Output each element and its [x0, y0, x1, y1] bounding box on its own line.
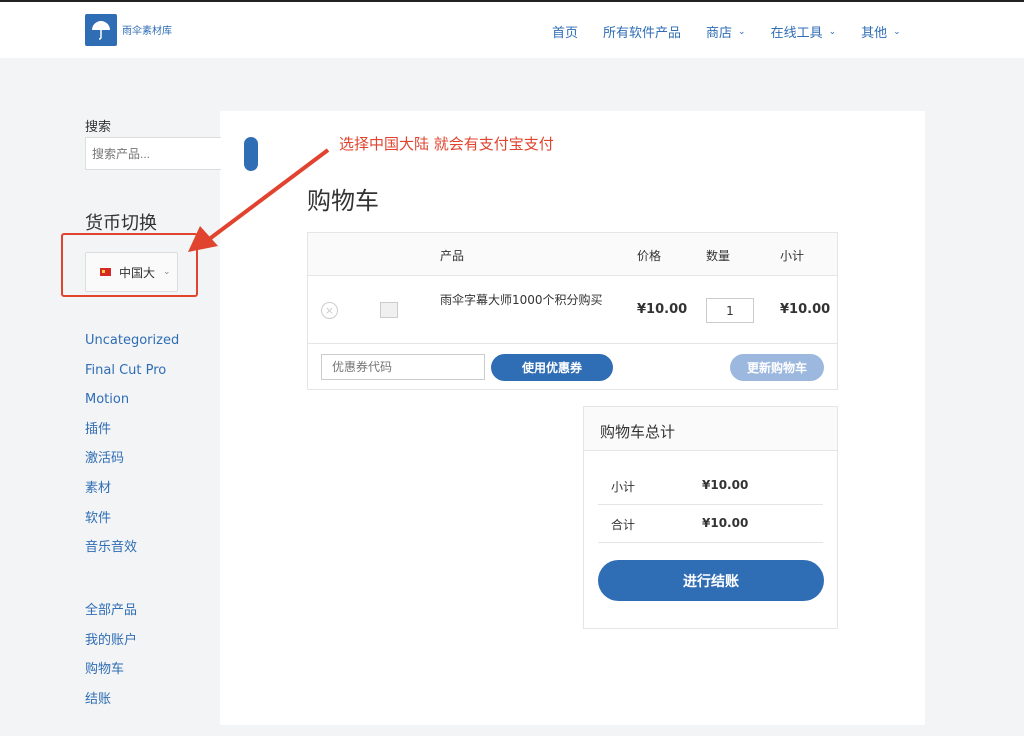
search-label: 搜索 — [85, 120, 112, 135]
cart-totals-title: 购物车总计 — [584, 407, 837, 451]
totals-subtotal-label: 小计 — [611, 480, 636, 494]
cart-table: 产品 价格 数量 小计 × 雨伞字幕大师1000个积分购买 ¥10.00 1 ¥… — [307, 232, 838, 390]
totals-total-label: 合计 — [611, 518, 636, 532]
nav-all-products[interactable]: 所有软件产品 — [603, 22, 681, 41]
category-link[interactable]: Uncategorized — [85, 331, 179, 361]
category-link[interactable]: 激活码 — [85, 449, 179, 479]
category-link[interactable]: 软件 — [85, 509, 179, 539]
nav-home[interactable]: 首页 — [552, 22, 578, 41]
nav-all-products-label: 所有软件产品 — [603, 26, 682, 41]
coupon-code-input[interactable] — [321, 354, 485, 380]
category-link[interactable]: 素材 — [85, 479, 179, 509]
nav-home-label: 首页 — [552, 26, 579, 41]
annotation-text: 选择中国大陆 就会有支付宝支付 — [339, 135, 554, 153]
search-button[interactable] — [244, 137, 258, 171]
apply-coupon-button[interactable]: 使用优惠券 — [491, 354, 613, 381]
page-title: 购物车 — [307, 187, 379, 215]
site-name[interactable]: 雨伞素材库 — [122, 22, 172, 37]
cart-totals: 购物车总计 小计 ¥10.00 合计 ¥10.00 进行结账 — [583, 406, 838, 629]
cart-table-header: 产品 价格 数量 小计 — [308, 233, 837, 276]
account-link[interactable]: 结账 — [85, 690, 137, 720]
product-thumbnail-placeholder-icon[interactable] — [380, 302, 398, 318]
account-links: 全部产品 我的账户 购物车 结账 — [85, 601, 137, 719]
site-header: 雨伞素材库 首页 所有软件产品 商店 ⌄ 在线工具 ⌄ 其他 ⌄ — [0, 2, 1024, 58]
nav-online-tools-label: 在线工具 — [770, 26, 823, 41]
totals-subtotal-row: 小计 ¥10.00 — [598, 467, 823, 505]
account-link[interactable]: 我的账户 — [85, 631, 137, 661]
category-link[interactable]: Motion — [85, 390, 179, 420]
header-product: 产品 — [440, 249, 465, 263]
search-input[interactable] — [85, 137, 221, 170]
header-price: 价格 — [637, 249, 662, 263]
main-nav: 首页 所有软件产品 商店 ⌄ 在线工具 ⌄ 其他 ⌄ — [552, 22, 926, 41]
header-quantity: 数量 — [706, 249, 731, 263]
chevron-down-icon: ⌄ — [893, 26, 901, 37]
update-cart-button[interactable]: 更新购物车 — [730, 354, 824, 381]
category-link[interactable]: Final Cut Pro — [85, 361, 179, 391]
china-flag-icon — [100, 268, 111, 276]
nav-other-label: 其他 — [861, 26, 888, 41]
category-link[interactable]: 音乐音效 — [85, 538, 179, 568]
nav-shop[interactable]: 商店 ⌄ — [706, 22, 746, 41]
currency-selected-value: 中国大 — [119, 265, 156, 280]
umbrella-logo-icon[interactable] — [85, 14, 117, 46]
currency-select[interactable]: 中国大 ⌄ — [85, 252, 178, 292]
checkout-button[interactable]: 进行结账 — [598, 560, 824, 601]
remove-item-icon[interactable]: × — [321, 302, 338, 319]
category-link[interactable]: 插件 — [85, 420, 179, 450]
totals-subtotal-value: ¥10.00 — [702, 478, 749, 492]
account-link[interactable]: 购物车 — [85, 660, 137, 690]
header-subtotal: 小计 — [780, 249, 805, 263]
totals-total-row: 合计 ¥10.00 — [598, 505, 823, 543]
chevron-down-icon: ⌄ — [828, 26, 837, 37]
chevron-down-icon: ⌄ — [738, 26, 746, 37]
product-name-link[interactable]: 雨伞字幕大师1000个积分购买 — [440, 288, 615, 313]
account-link[interactable]: 全部产品 — [85, 601, 137, 631]
chevron-down-icon: ⌄ — [163, 267, 171, 277]
totals-total-value: ¥10.00 — [702, 516, 749, 530]
nav-online-tools[interactable]: 在线工具 ⌄ — [771, 22, 837, 41]
currency-title: 货币切换 — [85, 213, 157, 234]
nav-other[interactable]: 其他 ⌄ — [861, 22, 901, 41]
product-price: ¥10.00 — [637, 302, 688, 317]
quantity-input[interactable]: 1 — [706, 298, 754, 323]
product-subtotal: ¥10.00 — [780, 302, 831, 317]
nav-shop-label: 商店 — [706, 26, 733, 41]
category-list: Uncategorized Final Cut Pro Motion 插件 激活… — [85, 331, 179, 568]
table-row: × 雨伞字幕大师1000个积分购买 ¥10.00 1 ¥10.00 — [308, 276, 837, 344]
